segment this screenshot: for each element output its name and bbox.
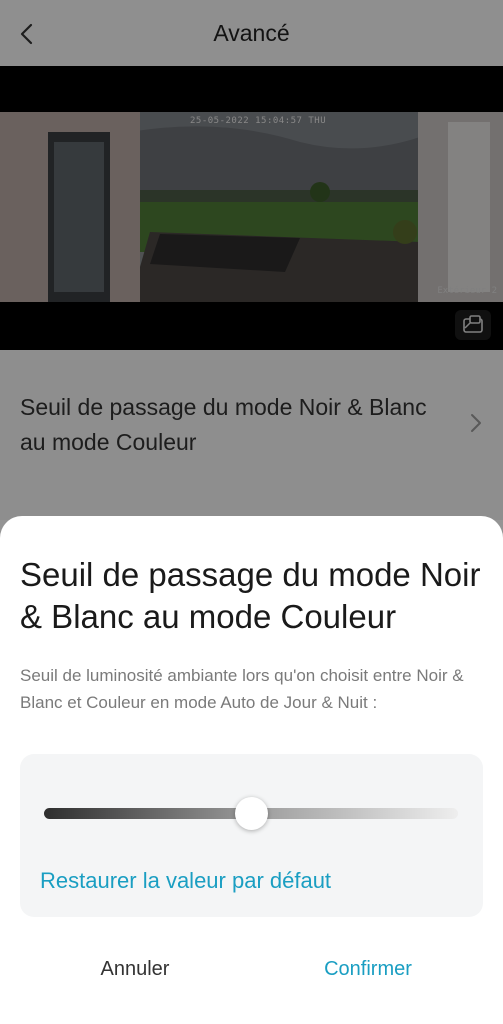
confirm-button[interactable]: Confirmer xyxy=(233,958,503,981)
threshold-bottom-sheet: Seuil de passage du mode Noir & Blanc au… xyxy=(0,516,503,1024)
sheet-actions: Annuler Confirmer xyxy=(0,952,503,992)
slider-card: Restaurer la valeur par défaut xyxy=(20,754,483,917)
sheet-description: Seuil de luminosité ambiante lors qu'on … xyxy=(20,666,464,712)
brightness-slider-track[interactable] xyxy=(44,797,458,830)
sheet-title: Seuil de passage du mode Noir & Blanc au… xyxy=(20,556,481,635)
cancel-button[interactable]: Annuler xyxy=(0,958,270,981)
restore-default-link[interactable]: Restaurer la valeur par défaut xyxy=(40,868,331,894)
brightness-slider-thumb[interactable] xyxy=(234,797,268,830)
